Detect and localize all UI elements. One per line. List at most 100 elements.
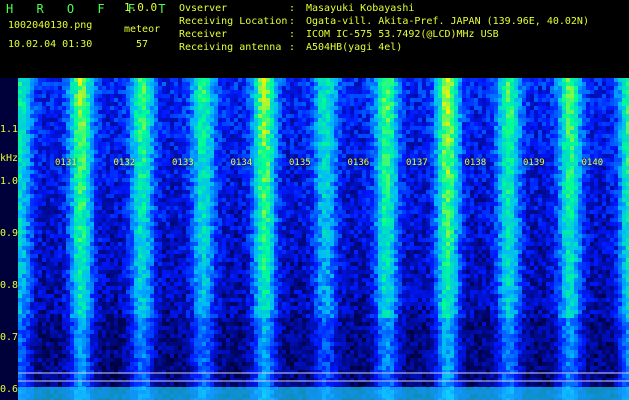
spectrogram-cell bbox=[158, 226, 163, 231]
spectrogram-cell bbox=[218, 218, 223, 223]
spectrogram-cell bbox=[18, 358, 23, 363]
spectrogram-cell bbox=[258, 310, 263, 315]
spectrogram-cell bbox=[38, 78, 43, 83]
spectrogram-cell bbox=[190, 382, 195, 387]
spectrogram-cell bbox=[150, 302, 155, 307]
spectrogram-cell bbox=[142, 166, 147, 171]
spectrogram-cell bbox=[110, 298, 115, 303]
spectrogram-cell bbox=[62, 134, 67, 139]
spectrogram-cell bbox=[258, 90, 263, 95]
spectrogram-cell bbox=[166, 218, 171, 223]
spectrogram-cell bbox=[214, 262, 219, 267]
spectrogram-cell bbox=[98, 234, 103, 239]
spectrogram-cell bbox=[98, 150, 103, 155]
spectrogram-cell bbox=[214, 226, 219, 231]
spectrogram-cell bbox=[154, 218, 159, 223]
spectrogram-cell bbox=[150, 318, 155, 323]
spectrogram-cell bbox=[222, 182, 227, 187]
spectrogram-cell bbox=[130, 374, 135, 379]
spectrogram-cell bbox=[42, 302, 47, 307]
spectrogram-cell bbox=[142, 122, 147, 127]
spectrogram-cell bbox=[114, 270, 119, 275]
spectrogram-cell bbox=[74, 322, 79, 327]
spectrogram-cell bbox=[66, 354, 71, 359]
spectrogram-cell bbox=[238, 298, 243, 303]
spectrogram-cell bbox=[86, 82, 91, 87]
spectrogram-cell bbox=[174, 298, 179, 303]
spectrogram-cell bbox=[110, 310, 115, 315]
spectrogram-cell bbox=[230, 290, 235, 295]
spectrogram-cell bbox=[226, 290, 231, 295]
spectrogram-cell bbox=[258, 86, 263, 91]
spectrogram-cell bbox=[126, 286, 131, 291]
spectrogram-cell bbox=[50, 86, 55, 91]
spectrogram-cell bbox=[22, 378, 27, 383]
spectrogram-cell bbox=[162, 254, 167, 259]
spectrogram-cell bbox=[142, 298, 147, 303]
spectrogram-cell bbox=[94, 110, 99, 115]
spectrogram-cell bbox=[246, 266, 251, 271]
spectrogram-cell bbox=[50, 270, 55, 275]
spectrogram-cell bbox=[114, 306, 119, 311]
spectrogram-cell bbox=[122, 246, 127, 251]
spectrogram-cell bbox=[246, 174, 251, 179]
spectrogram-cell bbox=[254, 94, 259, 99]
spectrogram-cell bbox=[206, 214, 211, 219]
spectrogram-cell bbox=[142, 358, 147, 363]
spectrogram-cell bbox=[34, 266, 39, 271]
spectrogram-cell bbox=[78, 222, 83, 227]
spectrogram-cell bbox=[78, 138, 83, 143]
spectrogram-cell bbox=[166, 182, 171, 187]
spectrogram-cell bbox=[114, 302, 119, 307]
spectrogram-cell bbox=[30, 106, 35, 111]
spectrogram-cell bbox=[198, 226, 203, 231]
spectrogram-cell bbox=[230, 234, 235, 239]
spectrogram-cell bbox=[54, 210, 59, 215]
spectrogram-cell bbox=[158, 346, 163, 351]
spectrogram-cell bbox=[198, 266, 203, 271]
spectrogram-cell bbox=[134, 138, 139, 143]
spectrogram-cell bbox=[246, 94, 251, 99]
spectrogram-cell bbox=[226, 334, 231, 339]
spectrogram-cell bbox=[118, 354, 123, 359]
spectrogram-cell bbox=[130, 118, 135, 123]
spectrogram-cell bbox=[254, 214, 259, 219]
spectrogram-cell bbox=[70, 138, 75, 143]
spectrogram-cell bbox=[110, 218, 115, 223]
spectrogram-cell bbox=[74, 114, 79, 119]
spectrogram-cell bbox=[166, 118, 171, 123]
spectrogram-cell bbox=[126, 118, 131, 123]
spectrogram-cell bbox=[194, 358, 199, 363]
spectrogram-cell bbox=[202, 282, 207, 287]
spectrogram-cell bbox=[110, 182, 115, 187]
spectrogram-cell bbox=[250, 222, 255, 227]
spectrogram-cell bbox=[54, 218, 59, 223]
spectrogram-cell bbox=[50, 330, 55, 335]
spectrogram-cell bbox=[126, 262, 131, 267]
spectrogram-cell bbox=[50, 122, 55, 127]
spectrogram-cell bbox=[110, 242, 115, 247]
spectrogram-cell bbox=[106, 118, 111, 123]
spectrogram-cell bbox=[238, 94, 243, 99]
spectrogram-cell bbox=[34, 306, 39, 311]
spectrogram-cell bbox=[54, 302, 59, 307]
spectrogram-cell bbox=[242, 274, 247, 279]
spectrogram-cell bbox=[46, 246, 51, 251]
spectrogram-cell bbox=[110, 150, 115, 155]
spectrogram-cell bbox=[154, 274, 159, 279]
spectrogram-cell bbox=[158, 206, 163, 211]
spectrogram-cell bbox=[78, 230, 83, 235]
spectrogram-cell bbox=[150, 298, 155, 303]
spectrogram-cell bbox=[174, 122, 179, 127]
spectrogram-cell bbox=[46, 198, 51, 203]
spectrogram-cell bbox=[30, 286, 35, 291]
spectrogram-cell bbox=[146, 118, 151, 123]
spectrogram-cell bbox=[214, 378, 219, 383]
spectrogram-cell bbox=[258, 246, 263, 251]
spectrogram-cell bbox=[222, 106, 227, 111]
spectrogram-cell bbox=[62, 214, 67, 219]
spectrogram-cell bbox=[202, 362, 207, 367]
spectrogram-cell bbox=[122, 278, 127, 283]
spectrogram-cell bbox=[22, 134, 27, 139]
spectrogram-cell bbox=[122, 94, 127, 99]
